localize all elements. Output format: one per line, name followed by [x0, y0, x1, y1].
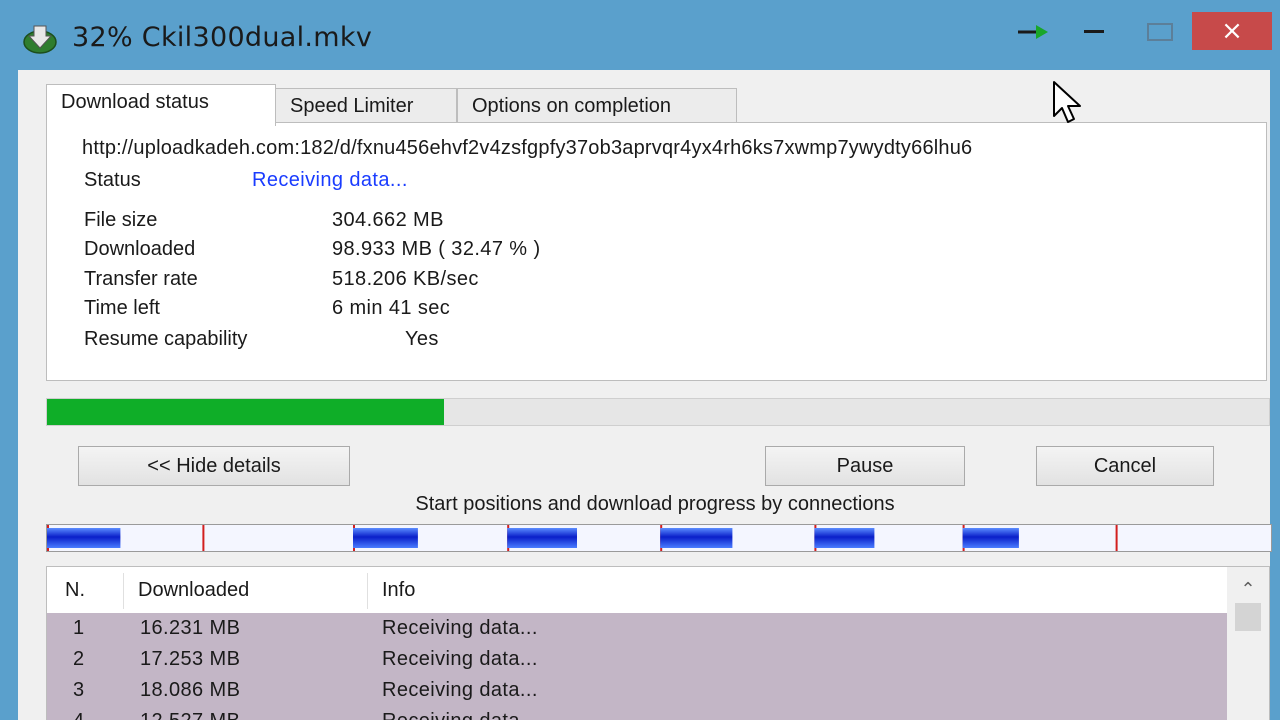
download-progress-bar — [46, 398, 1270, 426]
tab-speed-limiter[interactable]: Speed Limiter — [275, 88, 457, 122]
green-arrow-button[interactable] — [1003, 12, 1063, 52]
row-info: Receiving data... — [382, 679, 538, 701]
scroll-thumb[interactable] — [1235, 603, 1261, 631]
connections-graphic — [47, 525, 1118, 551]
tab-options-on-completion[interactable]: Options on completion — [457, 88, 737, 122]
connection-progress-segment — [814, 528, 875, 548]
title-bar[interactable]: 32% Ckil300dual.mkv × — [0, 0, 1280, 70]
connections-caption: Start positions and download progress by… — [415, 493, 895, 515]
row-number: 3 — [73, 679, 85, 701]
row-downloaded: 18.086 MB — [140, 679, 241, 701]
idm-globe-icon — [23, 25, 57, 54]
connection-start-marker — [202, 525, 205, 551]
download-status-panel: http://uploadkadeh.com:182/d/fxnu456ehvf… — [46, 122, 1267, 381]
pause-button[interactable]: Pause — [765, 446, 965, 486]
connections-table: N. Downloaded Info 1 16.231 MB Receiving… — [46, 566, 1270, 720]
table-row[interactable]: 3 18.086 MB Receiving data... — [47, 675, 1227, 706]
downloaded-label: Downloaded — [84, 238, 196, 260]
row-downloaded: 12.527 MB — [140, 710, 240, 720]
table-body: 1 16.231 MB Receiving data... 2 17.253 M… — [47, 613, 1227, 720]
connection-progress-segment — [660, 528, 733, 548]
row-number: 1 — [73, 617, 85, 639]
arrow-icon — [1018, 25, 1048, 39]
row-number: 2 — [73, 648, 85, 670]
column-header-downloaded[interactable]: Downloaded — [138, 579, 249, 602]
status-value: Receiving data... — [252, 169, 408, 191]
downloaded-value: 98.933 MB ( 32.47 % ) — [332, 238, 541, 260]
transfer-rate-value: 518.206 KB/sec — [332, 268, 479, 290]
connection-progress-segment — [507, 528, 577, 548]
status-label: Status — [84, 169, 141, 191]
table-scrollbar[interactable]: ⌃ — [1227, 567, 1269, 720]
row-number: 4 — [73, 710, 85, 720]
time-left-label: Time left — [84, 297, 160, 319]
cancel-button[interactable]: Cancel — [1036, 446, 1214, 486]
transfer-rate-label: Transfer rate — [84, 268, 198, 290]
maximize-button[interactable] — [1130, 12, 1190, 52]
close-icon: × — [1221, 16, 1243, 46]
progress-fill — [47, 399, 444, 425]
resume-capability-value: Yes — [405, 328, 439, 350]
window-title: 32% Ckil300dual.mkv — [72, 22, 373, 53]
minimize-icon — [1084, 30, 1104, 33]
column-header-info[interactable]: Info — [382, 579, 415, 602]
minimize-button[interactable] — [1064, 12, 1124, 52]
connection-progress-segment — [47, 528, 121, 548]
row-downloaded: 17.253 MB — [140, 648, 241, 670]
maximize-icon — [1147, 23, 1173, 41]
tab-download-status[interactable]: Download status — [46, 84, 276, 126]
row-info: Receiving data... — [382, 710, 538, 720]
connection-start-marker — [1115, 525, 1118, 551]
row-info: Receiving data... — [382, 648, 538, 670]
mouse-cursor-icon — [1053, 81, 1081, 123]
time-left-value: 6 min 41 sec — [332, 297, 451, 319]
connection-progress-segment — [353, 528, 418, 548]
column-divider[interactable] — [367, 573, 368, 609]
row-downloaded: 16.231 MB — [140, 617, 241, 639]
download-url: http://uploadkadeh.com:182/d/fxnu456ehvf… — [82, 137, 973, 159]
file-size-value: 304.662 MB — [332, 209, 444, 231]
connections-progress-bar — [46, 524, 1272, 552]
hide-details-button[interactable]: << Hide details — [78, 446, 350, 486]
table-header: N. Downloaded Info — [47, 567, 1227, 613]
column-header-n[interactable]: N. — [65, 579, 85, 602]
table-row[interactable]: 2 17.253 MB Receiving data... — [47, 644, 1227, 675]
column-divider[interactable] — [123, 573, 124, 609]
connection-progress-segment — [962, 528, 1019, 548]
table-row[interactable]: 4 12.527 MB Receiving data... — [47, 706, 1227, 720]
scroll-up-arrow-icon[interactable]: ⌃ — [1233, 575, 1263, 603]
close-button[interactable]: × — [1192, 12, 1272, 50]
resume-capability-label: Resume capability — [84, 328, 248, 350]
file-size-label: File size — [84, 209, 158, 231]
table-row[interactable]: 1 16.231 MB Receiving data... — [47, 613, 1227, 644]
row-info: Receiving data... — [382, 617, 538, 639]
